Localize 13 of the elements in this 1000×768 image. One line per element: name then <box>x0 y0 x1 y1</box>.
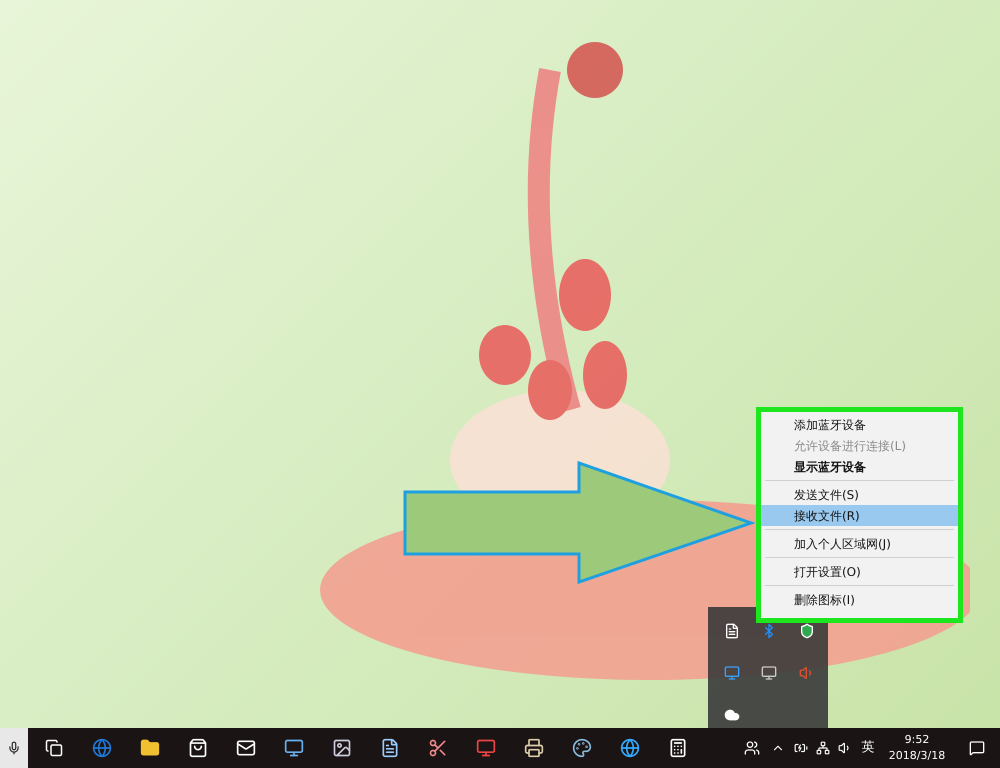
menu-item[interactable]: 显示蓝牙设备 <box>761 456 958 477</box>
menu-item[interactable]: 发送文件(S) <box>761 484 958 505</box>
menu-item[interactable]: 加入个人区域网(J) <box>761 533 958 554</box>
input-method-indicator[interactable]: 英 <box>856 738 880 758</box>
clock-date: 2018/3/18 <box>888 748 946 764</box>
microphone-icon <box>7 741 21 755</box>
menu-item[interactable]: 接收文件(R) <box>761 505 958 526</box>
clock[interactable]: 9:52 2018/3/18 <box>880 732 954 764</box>
cortana-search[interactable] <box>0 728 28 768</box>
menu-item[interactable]: 删除图标(I) <box>761 589 958 610</box>
menu-item[interactable]: 添加蓝牙设备 <box>761 414 958 435</box>
clock-time: 9:52 <box>904 732 930 748</box>
menu-item[interactable]: 打开设置(O) <box>761 561 958 582</box>
